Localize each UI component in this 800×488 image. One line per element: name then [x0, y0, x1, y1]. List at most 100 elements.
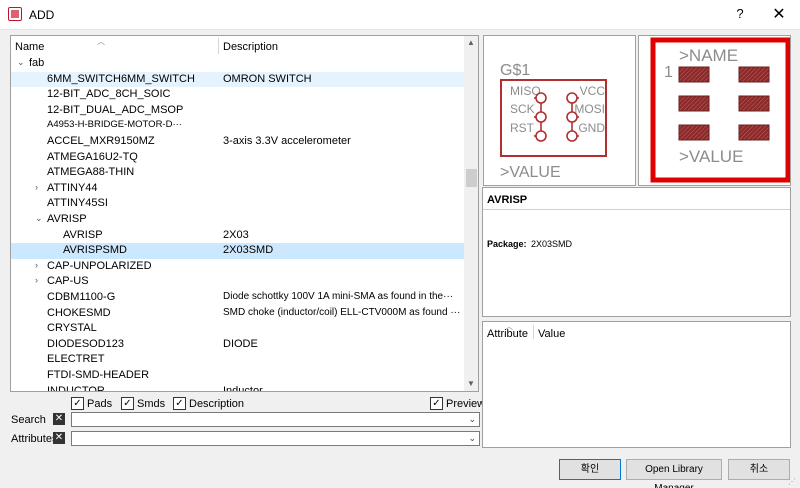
scroll-thumb[interactable] — [466, 169, 477, 187]
symbol-name: G$1 — [500, 62, 530, 79]
expand-open-icon[interactable]: ⌄ — [35, 213, 43, 224]
scroll-down-icon[interactable]: ▼ — [467, 379, 475, 388]
tree-row[interactable]: A4953-H-BRIDGE-MOTOR-D··· — [11, 118, 464, 134]
smd-pad — [738, 66, 770, 83]
column-header-description[interactable]: Description — [223, 41, 278, 53]
tree-row[interactable]: ACCEL_MXR9150MZ 3-axis 3.3V accelerometer — [11, 134, 464, 150]
tree-row[interactable]: ⌄ AVRISP — [11, 212, 464, 228]
attributes-label: Attributes — [11, 433, 58, 445]
tree-row[interactable]: DIODESOD123 DIODE — [11, 337, 464, 353]
attributes-table[interactable]: ︿ Attribute Value — [482, 321, 791, 448]
tree-row-description: Inductor — [223, 384, 263, 392]
tree-row-description: DIODE — [223, 337, 258, 350]
tree-row-name: 6MM_SWITCH6MM_SWITCH — [47, 72, 195, 85]
tree-row-name: ATMEGA88-THIN — [47, 166, 135, 179]
resize-grip-icon[interactable]: ⋰ — [788, 477, 796, 486]
clear-attributes-icon[interactable]: ✕ — [53, 432, 65, 444]
tree-row[interactable]: 12-BIT_DUAL_ADC_MSOP — [11, 103, 464, 119]
tree-row[interactable]: ATMEGA88-THIN — [11, 165, 464, 181]
column-separator[interactable] — [533, 325, 534, 339]
column-separator[interactable] — [218, 38, 219, 54]
expand-closed-icon[interactable]: › — [35, 182, 38, 192]
smds-checkbox[interactable]: ✓ — [121, 397, 134, 410]
tree-row[interactable]: CRYSTAL — [11, 321, 464, 337]
preview-label: Preview — [446, 398, 486, 410]
ok-button[interactable]: 확인 — [559, 459, 621, 480]
tree-row-name: ATTINY45SI — [47, 197, 108, 210]
help-button[interactable]: ? — [731, 6, 749, 24]
search-input[interactable]: ⌄ — [71, 412, 480, 427]
tree-row[interactable]: › CAP-UNPOLARIZED — [11, 259, 464, 275]
attributes-input[interactable]: ⌄ — [71, 431, 480, 446]
device-info-panel: AVRISP Package: 2X03SMD — [482, 187, 791, 317]
tree-row[interactable]: FTDI-SMD-HEADER — [11, 368, 464, 384]
tree-row-name: INDUCTOR — [47, 384, 105, 392]
tree-row[interactable]: 6MM_SWITCH6MM_SWITCH OMRON SWITCH — [11, 71, 464, 88]
tree-row-name: FTDI-SMD-HEADER — [47, 369, 150, 381]
tree-row-name: CDBM1100-G — [47, 291, 116, 303]
pads-label: Pads — [87, 398, 113, 410]
tree-row-name: ELECTRET — [47, 353, 105, 366]
close-button[interactable]: ✕ — [770, 4, 788, 24]
tree-row[interactable]: 12-BIT_ADC_8CH_SOIC — [11, 87, 464, 103]
symbol-pin-label: VCC — [580, 84, 606, 98]
package-drawing: >NAME 1 >VALUE — [650, 37, 790, 183]
tree-row-name: A4953-H-BRIDGE-MOTOR-D··· — [47, 119, 182, 131]
symbol-pin-label: MOSI — [574, 102, 605, 116]
description-checkbox[interactable]: ✓ — [173, 397, 186, 410]
smd-pad — [678, 66, 710, 83]
tree-row-description: 2X03 — [223, 228, 249, 241]
divider — [483, 209, 790, 210]
tree-row-name: CRYSTAL — [47, 322, 97, 335]
tree-header: Name ︿ Description — [11, 36, 464, 56]
chevron-down-icon[interactable]: ⌄ — [468, 433, 476, 444]
app-icon — [8, 7, 22, 21]
tree-row[interactable]: CDBM1100-G Diode schottky 100V 1A mini-SM… — [11, 290, 464, 306]
tree-row[interactable]: AVRISPSMD 2X03SMD — [11, 243, 464, 259]
search-label: Search — [11, 414, 46, 426]
tree-row-description: 2X03SMD — [223, 244, 274, 257]
expand-open-icon[interactable]: ⌄ — [17, 57, 25, 68]
tree-row-name: ATMEGA16U2-TQ — [47, 150, 138, 163]
tree-row-name: fab — [29, 57, 45, 69]
smds-label: Smds — [137, 398, 166, 410]
tree-row[interactable]: ELECTRET — [11, 352, 464, 368]
window-title: ADD — [29, 8, 55, 22]
column-header-value[interactable]: Value — [538, 328, 565, 340]
cancel-button[interactable]: 취소 — [728, 459, 790, 480]
tree-row[interactable]: ATMEGA16U2-TQ — [11, 150, 464, 166]
open-library-manager-button[interactable]: Open Library Manager — [626, 459, 722, 488]
library-tree[interactable]: Name ︿ Description ⌄ fab 6MM_SWITCH6MM_SWI… — [10, 35, 479, 392]
expand-closed-icon[interactable]: › — [35, 275, 38, 285]
tree-row[interactable]: › ATTINY44 — [11, 181, 464, 197]
preview-checkbox[interactable]: ✓ — [430, 397, 443, 410]
package-value: >VALUE — [679, 147, 743, 166]
tree-row[interactable]: AVRISP 2X03 — [11, 228, 464, 244]
column-header-attribute[interactable]: Attribute — [487, 328, 528, 340]
tree-row-name: DIODESOD123 — [47, 337, 125, 350]
chevron-down-icon[interactable]: ⌄ — [468, 414, 476, 425]
smd-pad — [738, 124, 770, 141]
scroll-up-icon[interactable]: ▲ — [467, 38, 475, 47]
symbol-pin-label: RST — [510, 121, 535, 135]
column-header-name[interactable]: Name — [15, 41, 44, 53]
smd-pad — [678, 124, 710, 141]
tree-row-name: CHOKESMD — [47, 306, 111, 319]
tree-row[interactable]: CHOKESMD SMD choke (inductor/coil) ELL-CT… — [11, 306, 464, 322]
tree-row[interactable]: INDUCTOR Inductor — [11, 384, 464, 392]
package-preview[interactable]: >NAME 1 >VALUE — [638, 35, 791, 186]
symbol-preview[interactable]: G$1 MISO SCK RST VCC MOSI GND >VALUE — [483, 35, 636, 186]
pads-checkbox[interactable]: ✓ — [71, 397, 84, 410]
tree-row[interactable]: ATTINY45SI — [11, 196, 464, 212]
tree-row-description: Diode schottky 100V 1A mini-SMA as found… — [223, 291, 454, 302]
tree-row-name: AVRISP — [47, 213, 87, 225]
tree-scrollbar[interactable]: ▲ ▼ — [464, 36, 478, 391]
symbol-drawing: G$1 MISO SCK RST VCC MOSI GND >VALUE — [500, 62, 607, 181]
tree-row[interactable]: › CAP-US — [11, 274, 464, 290]
symbol-pin-label: SCK — [510, 102, 535, 116]
expand-closed-icon[interactable]: › — [35, 260, 38, 270]
sort-caret-icon: ︿ — [97, 37, 105, 46]
tree-row-name: 12-BIT_ADC_8CH_SOIC — [47, 88, 171, 101]
tree-row[interactable]: ⌄ fab — [11, 56, 464, 72]
clear-search-icon[interactable]: ✕ — [53, 413, 65, 425]
